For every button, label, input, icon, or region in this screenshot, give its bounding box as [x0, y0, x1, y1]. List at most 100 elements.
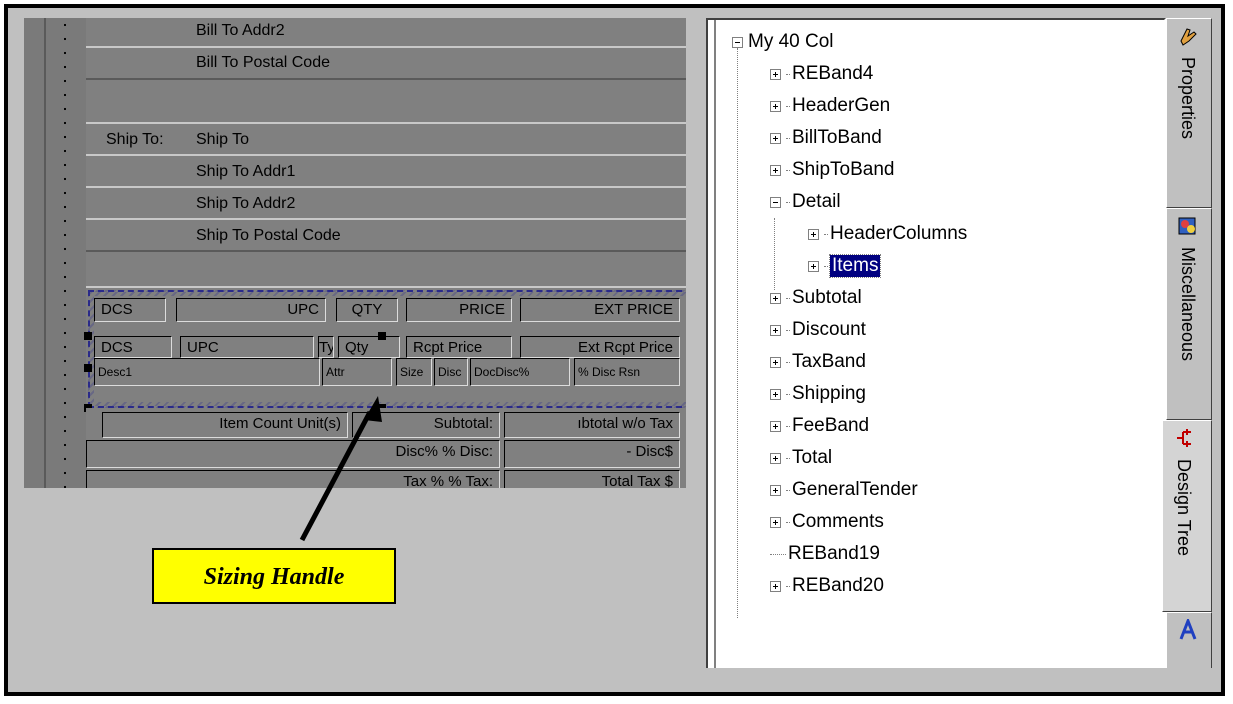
item-disc[interactable]: Disc [434, 358, 468, 386]
field-total-tax[interactable]: Total Tax $ [504, 470, 680, 488]
tree-node-reband4[interactable]: REBand4 [770, 60, 873, 88]
item-attr[interactable]: Attr [322, 358, 392, 386]
item-size[interactable]: Size [396, 358, 432, 386]
item-col-rcpt-price[interactable]: Rcpt Price [406, 336, 512, 358]
item-col-qty[interactable]: Qty [338, 336, 400, 358]
expand-icon[interactable] [770, 356, 781, 368]
band-subtotal[interactable]: Item Count Unit(s) Subtotal: ıbtotal w/o… [86, 408, 686, 438]
item-desc1[interactable]: Desc1 [94, 358, 320, 386]
design-tree-panel[interactable]: My 40 Col REBand4 HeaderGen BillToBand Ship… [706, 18, 1166, 668]
label-ship-to[interactable]: Ship To: [106, 131, 164, 149]
tab-design-tree[interactable]: Design Tree [1162, 420, 1212, 612]
item-col-upc[interactable]: UPC [180, 336, 314, 358]
tree-node-label: HeaderColumns [830, 223, 968, 244]
band-ship-to-postal-code[interactable]: Ship To Postal Code [86, 220, 686, 252]
field-item-count[interactable]: Item Count Unit(s) [102, 412, 348, 438]
band-discount[interactable]: Disc% % Disc: - Disc$ [86, 438, 686, 468]
band-ship-to-addr1[interactable]: Ship To Addr1 [86, 156, 686, 188]
tree-node-label: Total [792, 447, 833, 468]
tree-node-headercolumns[interactable]: HeaderColumns [808, 220, 967, 248]
field-bill-to-postal-code[interactable]: Bill To Postal Code [196, 54, 330, 72]
field-ship-to-addr2[interactable]: Ship To Addr2 [196, 195, 295, 213]
expand-icon[interactable] [770, 420, 781, 432]
tab-properties[interactable]: Properties [1166, 18, 1212, 208]
item-col-ty[interactable]: Ty [318, 336, 334, 358]
tree-node-label: Comments [792, 511, 884, 532]
expand-icon[interactable] [770, 68, 781, 80]
tree-node-label: Detail [792, 191, 841, 212]
sizing-handle-left-top[interactable] [84, 332, 92, 340]
tree-node-label: FeeBand [792, 415, 870, 436]
tree-node-reband19[interactable]: REBand19 [770, 540, 880, 568]
header-col-dcs[interactable]: DCS [94, 298, 166, 322]
band-ship-to-addr2[interactable]: Ship To Addr2 [86, 188, 686, 220]
item-doc-disc-pct[interactable]: DocDisc% [470, 358, 570, 386]
tree-node-billtoband[interactable]: BillToBand [770, 124, 882, 152]
band-spacer[interactable] [86, 80, 686, 124]
band-bill-to-postal-code[interactable]: Bill To Postal Code [86, 48, 686, 80]
field-ship-to-postal-code[interactable]: Ship To Postal Code [196, 227, 341, 245]
band-bill-to-addr2[interactable]: Bill To Addr2 [86, 18, 686, 48]
tree-node-shipping[interactable]: Shipping [770, 380, 866, 408]
tree-node-generaltender[interactable]: GeneralTender [770, 476, 918, 504]
tree-node-headergen[interactable]: HeaderGen [770, 92, 890, 120]
tab-miscellaneous-label: Miscellaneous [1178, 247, 1198, 362]
field-bill-to-addr2[interactable]: Bill To Addr2 [196, 22, 285, 40]
tree-node-discount[interactable]: Discount [770, 316, 866, 344]
side-tab-strip[interactable]: Properties Miscellaneous Design Tree [1162, 18, 1212, 672]
label-subtotal[interactable]: Subtotal: [352, 412, 500, 438]
expand-icon[interactable] [808, 228, 819, 240]
expand-icon[interactable] [770, 388, 781, 400]
tree-node-label: REBand19 [788, 543, 880, 564]
expand-icon[interactable] [770, 100, 781, 112]
tree-node-taxband[interactable]: TaxBand [770, 348, 866, 376]
tree-node-detail[interactable]: Detail [770, 188, 841, 216]
expand-icon[interactable] [770, 580, 781, 592]
field-subtotal-wo-tax[interactable]: ıbtotal w/o Tax [504, 412, 680, 438]
item-col-dcs[interactable]: DCS [94, 336, 172, 358]
sizing-handle-top[interactable] [378, 332, 386, 340]
band-ship-to[interactable]: Ship To: Ship To [86, 124, 686, 156]
header-col-qty[interactable]: QTY [336, 298, 398, 322]
label-disc-pct[interactable]: Disc% % Disc: [86, 440, 500, 468]
expand-icon[interactable] [770, 324, 781, 336]
sizing-handle-callout: Sizing Handle [152, 548, 396, 604]
expand-icon[interactable] [770, 164, 781, 176]
hand-icon [1180, 28, 1197, 46]
expand-icon[interactable] [770, 132, 781, 144]
header-col-ext-price[interactable]: EXT PRICE [520, 298, 680, 322]
tree-icon [1177, 429, 1191, 447]
expand-icon[interactable] [770, 516, 781, 528]
item-disc-reason[interactable]: % Disc Rsn [574, 358, 680, 386]
tree-node-subtotal[interactable]: Subtotal [770, 284, 862, 312]
tree-node-comments[interactable]: Comments [770, 508, 884, 536]
sizing-handle-left[interactable] [84, 364, 92, 372]
tab-fonts[interactable] [1166, 612, 1212, 672]
expand-icon[interactable] [808, 260, 819, 272]
expand-icon[interactable] [770, 484, 781, 496]
tab-properties-label: Properties [1178, 57, 1198, 140]
label-tax-pct[interactable]: Tax % % Tax: [86, 470, 500, 488]
collapse-icon[interactable] [732, 36, 743, 48]
tree-node-shiptoband[interactable]: ShipToBand [770, 156, 894, 184]
header-col-price[interactable]: PRICE [406, 298, 512, 322]
field-disc-amount[interactable]: - Disc$ [504, 440, 680, 468]
band-tax[interactable]: Tax % % Tax: Total Tax $ [86, 468, 686, 488]
band-gap[interactable] [86, 252, 686, 288]
tab-miscellaneous[interactable]: Miscellaneous [1166, 208, 1212, 420]
tree-node-total[interactable]: Total [770, 444, 832, 472]
header-col-upc[interactable]: UPC [176, 298, 326, 322]
tree-node-reband20[interactable]: REBand20 [770, 572, 884, 600]
tree-node-items[interactable]: Items [808, 252, 882, 280]
expand-icon[interactable] [770, 452, 781, 464]
tree-node-feeband[interactable]: FeeBand [770, 412, 869, 440]
item-col-ext-rcpt-price[interactable]: Ext Rcpt Price [520, 336, 680, 358]
expand-icon[interactable] [770, 292, 781, 304]
selected-detail-band[interactable]: DCS UPC QTY PRICE EXT PRICE DCS UPC Ty Q… [84, 290, 692, 412]
collapse-icon[interactable] [770, 196, 781, 208]
tree-node-label: Discount [792, 319, 866, 340]
tree-root[interactable]: My 40 Col [732, 28, 834, 56]
report-designer-canvas[interactable]: Bill To Addr2 Bill To Postal Code Ship T… [24, 18, 692, 488]
field-ship-to[interactable]: Ship To [196, 131, 249, 149]
field-ship-to-addr1[interactable]: Ship To Addr1 [196, 163, 295, 181]
